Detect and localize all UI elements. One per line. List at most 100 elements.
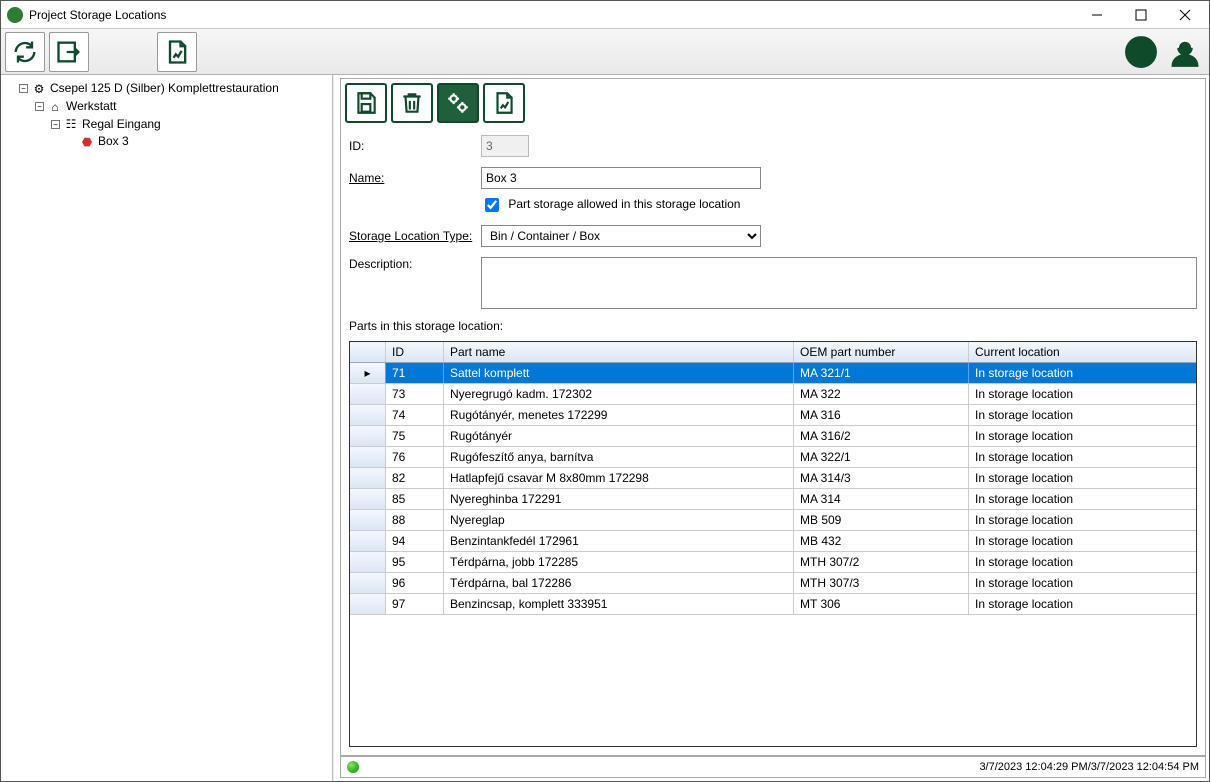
col-name[interactable]: Part name: [444, 342, 794, 362]
support-button[interactable]: [1165, 32, 1205, 72]
tree-root[interactable]: −⚙Csepel 125 D (Silber) Komplettrestaura…: [19, 79, 330, 154]
cell-id: 73: [386, 384, 444, 404]
tree-label: Werkstatt: [66, 99, 116, 113]
export-button[interactable]: [49, 32, 89, 72]
cell-loc: In storage location: [969, 426, 1155, 446]
part-allowed-checkbox[interactable]: [485, 198, 499, 212]
cell-id: 75: [386, 426, 444, 446]
form: ID: Name: Part storage allowed in this s…: [341, 127, 1205, 341]
cell-oem: MA 314/3: [794, 468, 969, 488]
cell-oem: MTH 307/2: [794, 552, 969, 572]
cell-oem: MA 316: [794, 405, 969, 425]
row-header[interactable]: [350, 405, 386, 425]
row-header[interactable]: [350, 573, 386, 593]
tree-item-werkstatt[interactable]: −⌂Werkstatt −☷Regal Eingang ⬣Box 3: [35, 97, 330, 153]
row-header[interactable]: [350, 531, 386, 551]
chart-button[interactable]: [483, 83, 525, 123]
cell-loc: In storage location: [969, 552, 1155, 572]
row-header[interactable]: [350, 447, 386, 467]
table-row[interactable]: 75RugótányérMA 316/2In storage location: [350, 426, 1196, 447]
cell-name: Térdpárna, jobb 172285: [444, 552, 794, 572]
row-header[interactable]: [350, 468, 386, 488]
table-row[interactable]: 85Nyereghinba 172291MA 314In storage loc…: [350, 489, 1196, 510]
type-label: Storage Location Type:: [349, 229, 481, 243]
gear-icon: ⚙: [32, 81, 46, 97]
save-button[interactable]: [345, 83, 387, 123]
cell-oem: MB 432: [794, 531, 969, 551]
grid-body[interactable]: ▸71Sattel komplettMA 321/1In storage loc…: [350, 363, 1196, 746]
desc-label: Description:: [349, 257, 481, 271]
detail-pane: ID: Name: Part storage allowed in this s…: [333, 75, 1209, 781]
collapse-icon[interactable]: −: [35, 102, 44, 111]
cell-name: Nyereglap: [444, 510, 794, 530]
row-header[interactable]: [350, 384, 386, 404]
tree-label: Box 3: [98, 134, 129, 148]
col-loc[interactable]: Current location: [969, 342, 1155, 362]
cell-name: Térdpárna, bal 172286: [444, 573, 794, 593]
row-header-col[interactable]: [350, 342, 386, 362]
description-field[interactable]: [481, 257, 1197, 309]
table-row[interactable]: 97Benzincsap, komplett 333951MT 306In st…: [350, 594, 1196, 615]
status-left-time: 3/7/2023 12:04:29 PM: [979, 761, 1087, 773]
table-row[interactable]: 94Benzintankfedél 172961MB 432In storage…: [350, 531, 1196, 552]
cell-name: Benzincsap, komplett 333951: [444, 594, 794, 614]
table-row[interactable]: 96Térdpárna, bal 172286MTH 307/3In stora…: [350, 573, 1196, 594]
report-button[interactable]: [157, 32, 197, 72]
settings-button[interactable]: [437, 83, 479, 123]
statusbar: 3/7/2023 12:04:29 PM / 3/7/2023 12:04:54…: [340, 756, 1206, 778]
collapse-icon[interactable]: −: [19, 84, 28, 93]
cell-name: Hatlapfejű csavar M 8x80mm 172298: [444, 468, 794, 488]
cell-loc: In storage location: [969, 468, 1155, 488]
tree-item-regal[interactable]: −☷Regal Eingang ⬣Box 3: [51, 115, 330, 153]
maximize-button[interactable]: [1119, 2, 1163, 28]
delete-button[interactable]: [391, 83, 433, 123]
table-row[interactable]: 95Térdpárna, jobb 172285MTH 307/2In stor…: [350, 552, 1196, 573]
cell-id: 85: [386, 489, 444, 509]
cell-name: Nyereghinba 172291: [444, 489, 794, 509]
window-buttons: [1075, 2, 1207, 28]
box-icon: ⬣: [80, 134, 94, 150]
table-row[interactable]: 82Hatlapfejű csavar M 8x80mm 172298MA 31…: [350, 468, 1196, 489]
cell-loc: In storage location: [969, 405, 1155, 425]
cell-name: Rugótányér: [444, 426, 794, 446]
tree-item-box3[interactable]: ⬣ Box 3: [67, 132, 330, 151]
row-header[interactable]: [350, 426, 386, 446]
table-row[interactable]: 73Nyeregrugó kadm. 172302MA 322In storag…: [350, 384, 1196, 405]
row-header[interactable]: [350, 552, 386, 572]
cell-oem: MA 322: [794, 384, 969, 404]
row-header[interactable]: [350, 489, 386, 509]
cell-oem: MA 314: [794, 489, 969, 509]
part-allowed-row[interactable]: Part storage allowed in this storage loc…: [481, 195, 740, 215]
minimize-button[interactable]: [1075, 2, 1119, 28]
cell-id: 74: [386, 405, 444, 425]
table-row[interactable]: 88NyereglapMB 509In storage location: [350, 510, 1196, 531]
status-indicator-icon: [347, 761, 359, 773]
col-oem[interactable]: OEM part number: [794, 342, 969, 362]
house-icon: ⌂: [48, 99, 62, 115]
titlebar: Project Storage Locations: [1, 1, 1209, 29]
refresh-button[interactable]: [5, 32, 45, 72]
table-row[interactable]: 74Rugótányér, menetes 172299MA 316In sto…: [350, 405, 1196, 426]
table-row[interactable]: 76Rugófeszítő anya, barnítvaMA 322/1In s…: [350, 447, 1196, 468]
cell-id: 88: [386, 510, 444, 530]
close-button[interactable]: [1163, 2, 1207, 28]
col-id[interactable]: ID: [386, 342, 444, 362]
cell-loc: In storage location: [969, 447, 1155, 467]
cell-oem: MA 322/1: [794, 447, 969, 467]
help-button[interactable]: ?: [1121, 32, 1161, 72]
type-select[interactable]: Bin / Container / Box: [481, 225, 761, 247]
table-row[interactable]: ▸71Sattel komplettMA 321/1In storage loc…: [350, 363, 1196, 384]
row-header[interactable]: [350, 594, 386, 614]
collapse-icon[interactable]: −: [51, 120, 60, 129]
parts-grid[interactable]: ID Part name OEM part number Current loc…: [349, 341, 1197, 747]
parts-header-label: Parts in this storage location:: [349, 319, 1197, 335]
cell-oem: MTH 307/3: [794, 573, 969, 593]
tree-pane[interactable]: −⚙Csepel 125 D (Silber) Komplettrestaura…: [1, 75, 333, 781]
cell-id: 94: [386, 531, 444, 551]
tree[interactable]: −⚙Csepel 125 D (Silber) Komplettrestaura…: [3, 79, 330, 154]
row-header[interactable]: [350, 510, 386, 530]
tree-root-label: Csepel 125 D (Silber) Komplettrestaurati…: [50, 81, 279, 95]
row-header[interactable]: ▸: [350, 363, 386, 383]
shelf-icon: ☷: [64, 116, 78, 132]
name-field[interactable]: [481, 167, 761, 189]
